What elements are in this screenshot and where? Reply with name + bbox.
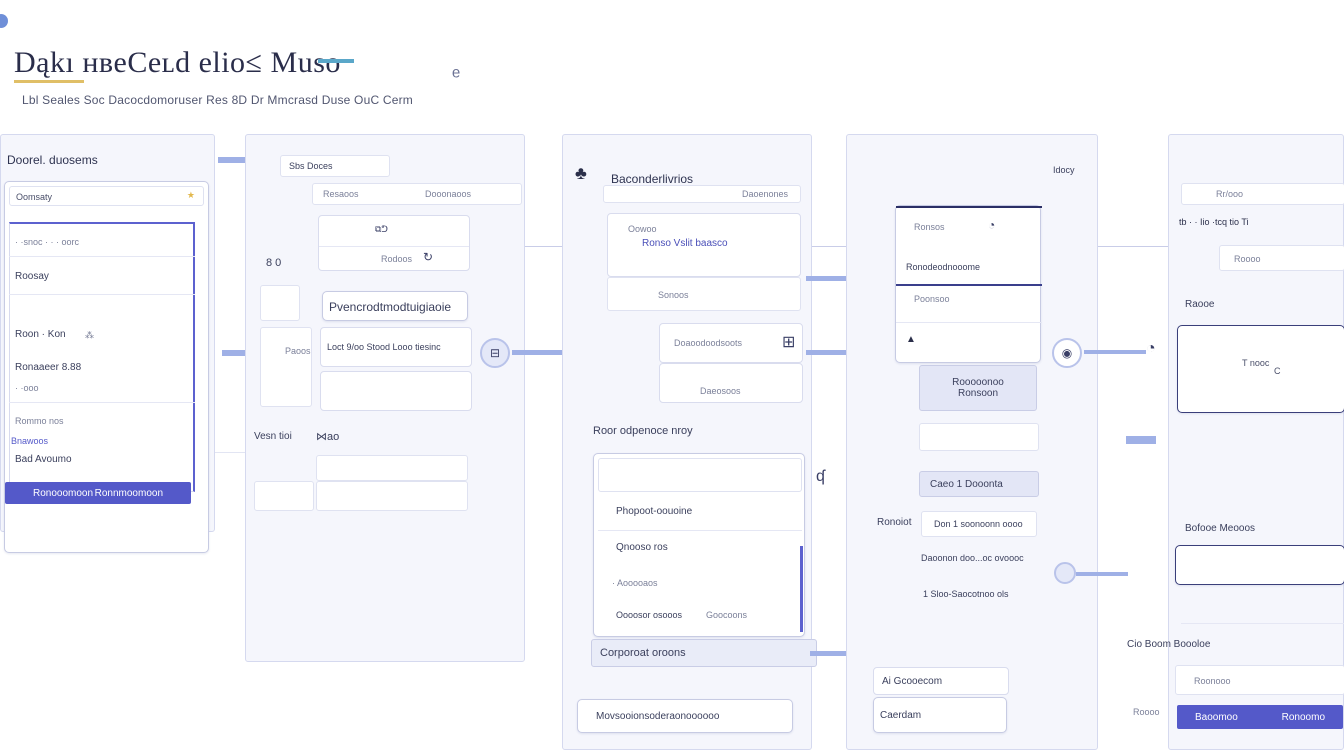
corner-dot [0, 14, 8, 28]
page-subtitle: Lbl Seales Soc Dacocdomoruser Res 8D Dr … [22, 93, 413, 107]
column-1-row-d: Ronaaeer 8.88 [15, 362, 82, 373]
list-item-2[interactable]: Qnooso ros [616, 542, 668, 553]
list-item-5[interactable]: Goocoons [706, 610, 747, 620]
column-5-action-button[interactable]: Baoomoo Ronoomo [1177, 705, 1343, 729]
column-2-row-card[interactable]: Loct 9/oo Stood Looo tiesinc [320, 327, 472, 367]
panel-column-1: Doorel. duosems Oomsaty ★ · ·snoc · · · … [0, 134, 215, 553]
column-4-row-8: 1 Sloo-Saocotnoo ols [923, 589, 1009, 599]
column-3-list-card: Phopoot-oouoine Qnooso ros · Aooooaos Oo… [593, 453, 805, 637]
column-5-section-1: Raooe [1185, 299, 1215, 310]
column-1-row-g: Bnawoos [11, 436, 49, 446]
loading-icon: ◔ [988, 218, 996, 232]
column-3-title: Baconderlivrios [611, 172, 694, 186]
tab-resaoos[interactable]: Resaoos [323, 189, 359, 199]
column-2-field-2[interactable] [254, 481, 314, 511]
column-1-row-e: · ·ooo [15, 383, 39, 393]
column-5-field-2[interactable]: Roonooo [1175, 665, 1344, 695]
column-1-row-c2: ⁂ [85, 330, 94, 340]
column-1-top-field[interactable]: Oomsaty ★ [9, 186, 204, 206]
column-3-mid-card-2[interactable]: Daeosoos [659, 363, 803, 403]
column-5-section-2: Bofooe Meooos [1185, 523, 1256, 534]
column-3-list-search[interactable] [598, 458, 802, 492]
list-item-1[interactable]: Phopoot-oouoine [616, 506, 692, 517]
column-3-tab[interactable]: Daoenones [603, 185, 801, 203]
column-2-bottom-icon: ⋈ao [316, 431, 340, 443]
column-1-title: Doorel. duosems [7, 153, 98, 167]
refresh-icon: ↻ [423, 250, 434, 264]
column-4-card: Ronsos ◔ Ronodeodnooome Poonsoo ▲ [895, 205, 1042, 363]
column-1-row-f: Rommo nos [15, 416, 64, 426]
column-4-row-7: Daoonon doo...oc ovoooc [921, 553, 1024, 563]
connector-node-4[interactable]: ◔ [1146, 340, 1156, 358]
column-4-primary-button[interactable]: Rooooonoo Ronsoon [919, 365, 1037, 411]
connector-node-1[interactable]: ⊟ [480, 338, 510, 368]
column-4-top-label: Idocy [1053, 165, 1075, 175]
column-2-field-1[interactable] [316, 455, 468, 481]
column-1-row-h: Bad Avoumo [15, 454, 72, 465]
column-5-field-3: Roooo [1133, 707, 1160, 717]
column-2-card-1-left: 8 0 [266, 257, 282, 269]
connector-arrow-7 [1084, 350, 1146, 354]
column-4-row-6[interactable]: Don 1 soonoonn oooo [921, 511, 1037, 537]
column-5-top-field[interactable]: Rr/ooo [1181, 183, 1344, 205]
card-1-icon: ⧉ᕤ [375, 224, 388, 234]
column-2-card-1[interactable]: ⧉ᕤ Rodoos ↻ [318, 215, 470, 271]
column-3-mid-card[interactable]: Doaoodoodsoots ⊞ [659, 323, 803, 363]
page-title: Dąkı ʜʙeCeʟd elio≤ Muso [14, 46, 341, 79]
column-1-row-c: Roon · Kon [15, 329, 66, 340]
column-5-icon-row[interactable]: tb · · Iio ·tcq tio Ti [1179, 217, 1249, 227]
panel-column-5: Rr/ooo tb · · Iio ·tcq tio Ti ▼ Roooo Ra… [1127, 134, 1344, 750]
column-3-footer-button[interactable]: Corporoat oroons [591, 639, 817, 667]
panel-column-2: Sbs Doces Resaoos Dooonaoos ⧉ᕤ Rodoos ↻ … [245, 134, 525, 662]
list-item-4[interactable]: Oooosor osooos [616, 610, 682, 620]
column-5-card[interactable]: T nooc C [1177, 325, 1344, 413]
column-5-section-3: Cio Boom Boooloe [1127, 639, 1211, 650]
column-2-top-field[interactable]: Sbs Doces [280, 155, 390, 177]
column-2-empty-card[interactable] [320, 371, 472, 411]
column-3-bottom-button[interactable]: Movsooionsoderaonoooooo [577, 699, 793, 733]
search-icon[interactable]: ʠ [816, 468, 825, 486]
title-mark-icon: ₑ [452, 56, 461, 81]
tab-dooonaoos[interactable]: Dooonaoos [425, 189, 471, 199]
connector-node-3[interactable]: ◉ [1052, 338, 1082, 368]
column-1-action-button[interactable]: Ronooomoon Ronnmoomoon [5, 482, 191, 504]
column-5-input[interactable] [1175, 545, 1344, 585]
title-accent [318, 59, 354, 63]
title-underline [14, 80, 84, 83]
column-4-side-label: Ronoiot [877, 517, 912, 528]
column-5-search-field[interactable]: Roooo [1219, 245, 1344, 271]
column-2-title-card[interactable]: Pvencrodtmodtuigiaoie [322, 291, 468, 321]
column-1-card: Oomsaty ★ · ·snoc · · · oorc Roosay Roon… [4, 181, 209, 553]
column-2-field-3[interactable] [316, 481, 468, 511]
column-1-inner [9, 222, 195, 492]
leaf-icon: ♣ [575, 163, 587, 183]
connector-node-5[interactable] [1054, 562, 1076, 584]
column-4-field[interactable] [919, 423, 1039, 451]
column-3-field[interactable]: Sonoos [607, 277, 801, 311]
panel-column-4: Idocy Ronsos ◔ Ronodeodnooome Poonsoo ▲ … [846, 134, 1098, 750]
column-4-bottom-card-1[interactable]: Ai Gcooecom [873, 667, 1009, 695]
list-item-3[interactable]: · Aooooaos [612, 578, 658, 588]
column-4-status-row[interactable]: Caeo 1 Dooonta [919, 471, 1039, 497]
column-4-bottom-card-2[interactable]: Caerdam [873, 697, 1007, 733]
list-scrollbar[interactable] [800, 546, 803, 632]
connector-arrow-8 [1076, 572, 1128, 576]
star-icon: ★ [186, 190, 195, 200]
column-2-bottom-label: Vesn tioi [254, 431, 292, 442]
column-1-row-b: Roosay [15, 271, 49, 282]
connector-stub [1126, 436, 1156, 444]
column-2-tabs: Resaoos Dooonaoos [312, 183, 522, 205]
warning-icon: ▲ [906, 334, 916, 345]
column-3-mid-icon: ⊞ [782, 334, 796, 351]
column-3-section-title: Roor odpenoce nroy [593, 425, 693, 437]
column-1-row-a: · ·snoc · · · oorc [15, 237, 80, 247]
column-3-card[interactable]: Oowoo Ronso Vslit baasco [607, 213, 801, 277]
panel-column-3: ♣ Baconderlivrios Daoenones Oowoo Ronso … [562, 134, 817, 750]
